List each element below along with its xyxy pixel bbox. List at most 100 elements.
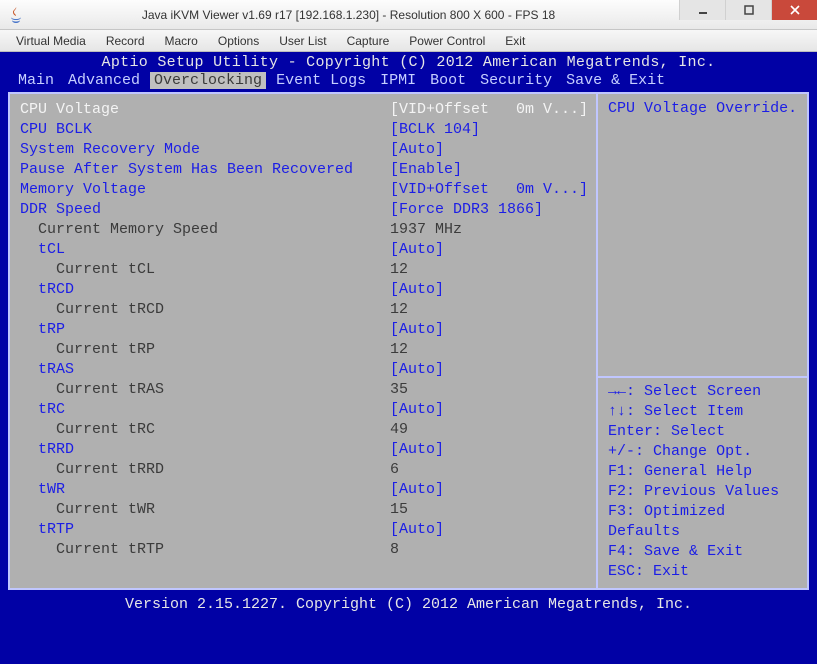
menu-power-control[interactable]: Power Control [399,32,495,50]
label-trtp: tRTP [20,520,390,540]
value-cpu-voltage: [VID+Offset 0m V...] [390,100,588,120]
app-menubar: Virtual Media Record Macro Options User … [0,30,817,52]
value-memory-voltage: [VID+Offset 0m V...] [390,180,588,200]
item-cur-tras: Current tRAS 35 [20,380,588,400]
item-cur-trrd: Current tRRD 6 [20,460,588,480]
item-trrd[interactable]: tRRD [Auto] [20,440,588,460]
item-cur-trcd: Current tRCD 12 [20,300,588,320]
tab-boot[interactable]: Boot [426,72,470,89]
value-trp: [Auto] [390,320,588,340]
value-cur-tras: 35 [390,380,588,400]
item-tcl[interactable]: tCL [Auto] [20,240,588,260]
value-cur-trcd: 12 [390,300,588,320]
label-cur-mem-speed: Current Memory Speed [20,220,390,240]
label-cur-trcd: Current tRCD [20,300,390,320]
value-twr: [Auto] [390,480,588,500]
value-cur-trp: 12 [390,340,588,360]
help-key-row: F2: Previous Values [608,482,799,502]
value-cur-trtp: 8 [390,540,588,560]
help-key-row: F1: General Help [608,462,799,482]
help-divider [598,376,807,378]
item-pause-after-recover[interactable]: Pause After System Has Been Recovered [E… [20,160,588,180]
tab-main[interactable]: Main [14,72,58,89]
menu-record[interactable]: Record [96,32,155,50]
value-cpu-bclk: [BCLK 104] [390,120,588,140]
tab-overclocking[interactable]: Overclocking [150,72,266,89]
close-button[interactable] [771,0,817,20]
item-trcd[interactable]: tRCD [Auto] [20,280,588,300]
item-cur-trc: Current tRC 49 [20,420,588,440]
value-trcd: [Auto] [390,280,588,300]
bios-screen: Aptio Setup Utility - Copyright (C) 2012… [0,52,817,664]
item-cpu-bclk[interactable]: CPU BCLK [BCLK 104] [20,120,588,140]
label-cur-tras: Current tRAS [20,380,390,400]
menu-macro[interactable]: Macro [155,32,208,50]
item-cur-mem-speed: Current Memory Speed 1937 MHz [20,220,588,240]
tab-event-logs[interactable]: Event Logs [272,72,370,89]
value-trtp: [Auto] [390,520,588,540]
help-key-row: Enter: Select [608,422,799,442]
value-cur-twr: 15 [390,500,588,520]
tab-security[interactable]: Security [476,72,556,89]
label-cpu-bclk: CPU BCLK [20,120,390,140]
label-ddr-speed: DDR Speed [20,200,390,220]
value-cur-mem-speed: 1937 MHz [390,220,588,240]
value-pause-after-recover: [Enable] [390,160,588,180]
help-description: CPU Voltage Override. [608,100,799,117]
label-pause-after-recover: Pause After System Has Been Recovered [20,160,390,180]
menu-user-list[interactable]: User List [269,32,336,50]
label-trcd: tRCD [20,280,390,300]
item-memory-voltage[interactable]: Memory Voltage [VID+Offset 0m V...] [20,180,588,200]
item-trc[interactable]: tRC [Auto] [20,400,588,420]
label-recovery-mode: System Recovery Mode [20,140,390,160]
label-cur-trtp: Current tRTP [20,540,390,560]
help-key-row: →←: Select Screen [608,382,799,402]
window-controls [679,0,817,20]
value-trc: [Auto] [390,400,588,420]
maximize-button[interactable] [725,0,771,20]
item-cur-trtp: Current tRTP 8 [20,540,588,560]
item-trtp[interactable]: tRTP [Auto] [20,520,588,540]
item-twr[interactable]: tWR [Auto] [20,480,588,500]
value-tcl: [Auto] [390,240,588,260]
bios-footer: Version 2.15.1227. Copyright (C) 2012 Am… [0,594,817,619]
help-key-row: F4: Save & Exit [608,542,799,562]
bios-content-frame: CPU Voltage [VID+Offset 0m V...] CPU BCL… [8,92,809,590]
label-trc: tRC [20,400,390,420]
label-cpu-voltage: CPU Voltage [20,100,390,120]
item-cur-trp: Current tRP 12 [20,340,588,360]
tab-save-exit[interactable]: Save & Exit [562,72,669,89]
window-titlebar: Java iKVM Viewer v1.69 r17 [192.168.1.23… [0,0,817,30]
label-cur-trrd: Current tRRD [20,460,390,480]
menu-virtual-media[interactable]: Virtual Media [6,32,96,50]
label-tcl: tCL [20,240,390,260]
help-keys: →←: Select Screen ↑↓: Select Item Enter:… [608,382,799,582]
label-cur-trp: Current tRP [20,340,390,360]
help-key-row: F3: Optimized Defaults [608,502,799,542]
item-ddr-speed[interactable]: DDR Speed [Force DDR3 1866] [20,200,588,220]
value-cur-trc: 49 [390,420,588,440]
value-recovery-mode: [Auto] [390,140,588,160]
tab-advanced[interactable]: Advanced [64,72,144,89]
help-key-row: ESC: Exit [608,562,799,582]
item-trp[interactable]: tRP [Auto] [20,320,588,340]
item-cur-twr: Current tWR 15 [20,500,588,520]
value-cur-tcl: 12 [390,260,588,280]
menu-options[interactable]: Options [208,32,269,50]
value-ddr-speed: [Force DDR3 1866] [390,200,588,220]
menu-exit[interactable]: Exit [495,32,535,50]
item-recovery-mode[interactable]: System Recovery Mode [Auto] [20,140,588,160]
tab-ipmi[interactable]: IPMI [376,72,420,89]
help-key-row: +/-: Change Opt. [608,442,799,462]
menu-capture[interactable]: Capture [337,32,400,50]
help-key-row: ↑↓: Select Item [608,402,799,422]
item-cpu-voltage[interactable]: CPU Voltage [VID+Offset 0m V...] [20,100,588,120]
label-cur-trc: Current tRC [20,420,390,440]
item-tras[interactable]: tRAS [Auto] [20,360,588,380]
minimize-button[interactable] [679,0,725,20]
java-app-icon [8,7,24,23]
label-memory-voltage: Memory Voltage [20,180,390,200]
label-twr: tWR [20,480,390,500]
label-cur-twr: Current tWR [20,500,390,520]
label-trrd: tRRD [20,440,390,460]
